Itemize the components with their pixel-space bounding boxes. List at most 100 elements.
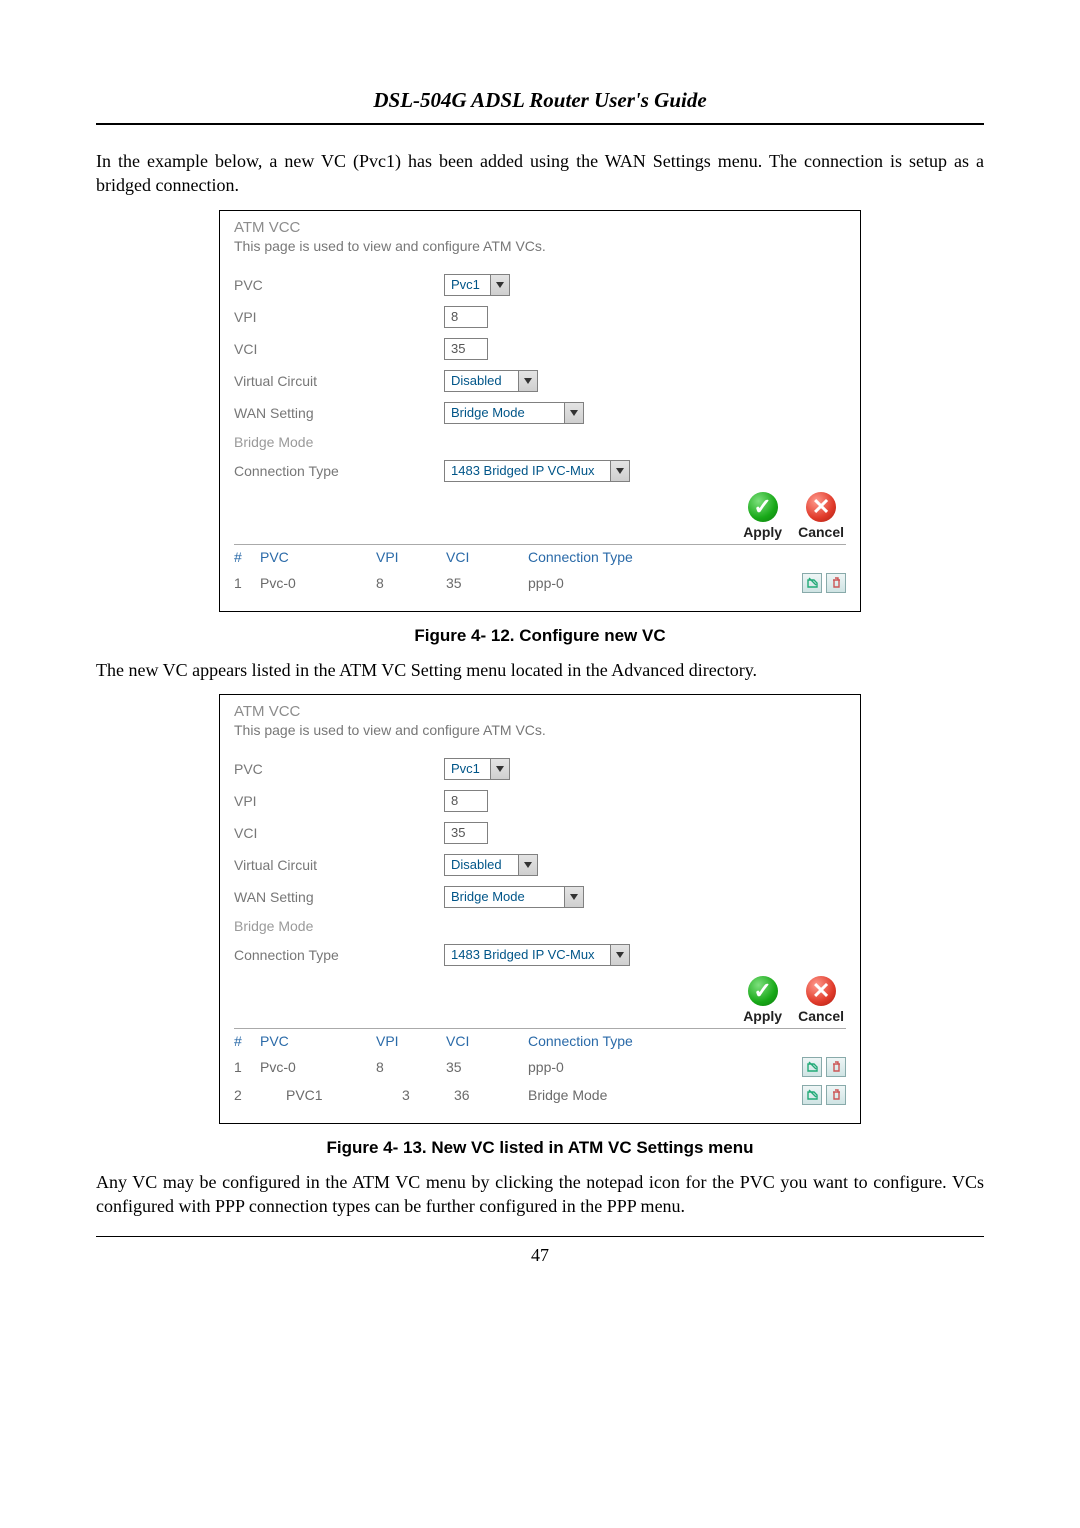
paragraph-mid: The new VC appears listed in the ATM VC …: [96, 658, 984, 682]
connection-type-value: 1483 Bridged IP VC-Mux: [445, 947, 610, 962]
th-vci: VCI: [446, 1033, 528, 1049]
vc-table: # PVC VPI VCI Connection Type 1 Pvc-0 8 …: [234, 1028, 846, 1109]
td-vpi: 8: [376, 575, 446, 591]
edit-row-button[interactable]: [802, 1085, 822, 1105]
td-num: 1: [234, 575, 260, 591]
cancel-label: Cancel: [798, 1008, 844, 1024]
pvc-select[interactable]: Pvc1: [444, 274, 510, 296]
th-ctype: Connection Type: [528, 1033, 728, 1049]
trash-icon: [831, 1089, 842, 1100]
figure-caption-1: Figure 4- 12. Configure new VC: [96, 626, 984, 646]
check-icon: ✓: [748, 976, 778, 1006]
apply-button[interactable]: ✓ Apply: [743, 976, 782, 1024]
th-num: #: [234, 1033, 260, 1049]
table-row: 2 PVC1 3 36 Bridge Mode: [234, 1081, 846, 1109]
dropdown-arrow-icon: [518, 855, 537, 875]
apply-label: Apply: [743, 1008, 782, 1024]
td-vci: 35: [446, 1059, 528, 1075]
page-header-title: DSL-504G ADSL Router User's Guide: [96, 88, 984, 119]
dropdown-arrow-icon: [610, 461, 629, 481]
label-virtual-circuit: Virtual Circuit: [234, 857, 444, 873]
apply-label: Apply: [743, 524, 782, 540]
label-wan-setting: WAN Setting: [234, 405, 444, 421]
panel-desc: This page is used to view and configure …: [234, 238, 846, 254]
panel-title: ATM VCC: [234, 703, 846, 720]
virtual-circuit-select[interactable]: Disabled: [444, 370, 538, 392]
td-pvc: Pvc-0: [260, 1059, 376, 1075]
notepad-icon: [807, 1089, 818, 1100]
table-header-row: # PVC VPI VCI Connection Type: [234, 1029, 846, 1053]
td-num: 1: [234, 1059, 260, 1075]
check-icon: ✓: [748, 492, 778, 522]
cancel-button[interactable]: ✕ Cancel: [798, 492, 844, 540]
cancel-button[interactable]: ✕ Cancel: [798, 976, 844, 1024]
x-icon: ✕: [806, 976, 836, 1006]
edit-row-button[interactable]: [802, 1057, 822, 1077]
trash-icon: [831, 1061, 842, 1072]
label-vpi: VPI: [234, 309, 444, 325]
cancel-label: Cancel: [798, 524, 844, 540]
label-vpi: VPI: [234, 793, 444, 809]
footer-rule: [96, 1236, 984, 1237]
section-bridge-mode: Bridge Mode: [234, 918, 444, 934]
connection-type-select[interactable]: 1483 Bridged IP VC-Mux: [444, 944, 630, 966]
td-vci: 36: [446, 1087, 528, 1103]
connection-type-select[interactable]: 1483 Bridged IP VC-Mux: [444, 460, 630, 482]
notepad-icon: [807, 577, 818, 588]
dropdown-arrow-icon: [518, 371, 537, 391]
page-number: 47: [96, 1245, 984, 1266]
connection-type-value: 1483 Bridged IP VC-Mux: [445, 463, 610, 478]
pvc-select-value: Pvc1: [445, 277, 490, 292]
vci-input[interactable]: 35: [444, 338, 488, 360]
vpi-input[interactable]: 8: [444, 790, 488, 812]
td-num: 2: [234, 1087, 260, 1103]
wan-setting-value: Bridge Mode: [445, 889, 564, 904]
td-ctype: ppp-0: [528, 575, 728, 591]
table-row: 1 Pvc-0 8 35 ppp-0: [234, 1053, 846, 1081]
panel-desc: This page is used to view and configure …: [234, 722, 846, 738]
apply-button[interactable]: ✓ Apply: [743, 492, 782, 540]
virtual-circuit-select[interactable]: Disabled: [444, 854, 538, 876]
x-icon: ✕: [806, 492, 836, 522]
label-pvc: PVC: [234, 277, 444, 293]
screenshot-atm-vcc-1: ATM VCC This page is used to view and co…: [219, 210, 861, 612]
th-pvc: PVC: [260, 549, 376, 565]
dropdown-arrow-icon: [490, 759, 509, 779]
label-connection-type: Connection Type: [234, 463, 444, 479]
paragraph-intro-1: In the example below, a new VC (Pvc1) ha…: [96, 149, 984, 198]
label-virtual-circuit: Virtual Circuit: [234, 373, 444, 389]
delete-row-button[interactable]: [826, 573, 846, 593]
pvc-select-value: Pvc1: [445, 761, 490, 776]
label-connection-type: Connection Type: [234, 947, 444, 963]
figure-caption-2: Figure 4- 13. New VC listed in ATM VC Se…: [96, 1138, 984, 1158]
pvc-select[interactable]: Pvc1: [444, 758, 510, 780]
section-bridge-mode: Bridge Mode: [234, 434, 444, 450]
label-vci: VCI: [234, 341, 444, 357]
wan-setting-select[interactable]: Bridge Mode: [444, 402, 584, 424]
th-vpi: VPI: [376, 549, 446, 565]
vci-input[interactable]: 35: [444, 822, 488, 844]
th-pvc: PVC: [260, 1033, 376, 1049]
header-rule: [96, 123, 984, 125]
th-ctype: Connection Type: [528, 549, 728, 565]
delete-row-button[interactable]: [826, 1085, 846, 1105]
edit-row-button[interactable]: [802, 573, 822, 593]
notepad-icon: [807, 1061, 818, 1072]
delete-row-button[interactable]: [826, 1057, 846, 1077]
trash-icon: [831, 577, 842, 588]
vc-table: # PVC VPI VCI Connection Type 1 Pvc-0 8 …: [234, 544, 846, 597]
th-vpi: VPI: [376, 1033, 446, 1049]
td-pvc: Pvc-0: [260, 575, 376, 591]
dropdown-arrow-icon: [490, 275, 509, 295]
wan-setting-select[interactable]: Bridge Mode: [444, 886, 584, 908]
paragraph-closing: Any VC may be configured in the ATM VC m…: [96, 1170, 984, 1219]
label-pvc: PVC: [234, 761, 444, 777]
td-ctype: ppp-0: [528, 1059, 728, 1075]
table-row: 1 Pvc-0 8 35 ppp-0: [234, 569, 846, 597]
manual-page: DSL-504G ADSL Router User's Guide In the…: [0, 0, 1080, 1306]
td-vpi: 3: [376, 1087, 446, 1103]
td-vci: 35: [446, 575, 528, 591]
vpi-input[interactable]: 8: [444, 306, 488, 328]
th-num: #: [234, 549, 260, 565]
table-header-row: # PVC VPI VCI Connection Type: [234, 545, 846, 569]
